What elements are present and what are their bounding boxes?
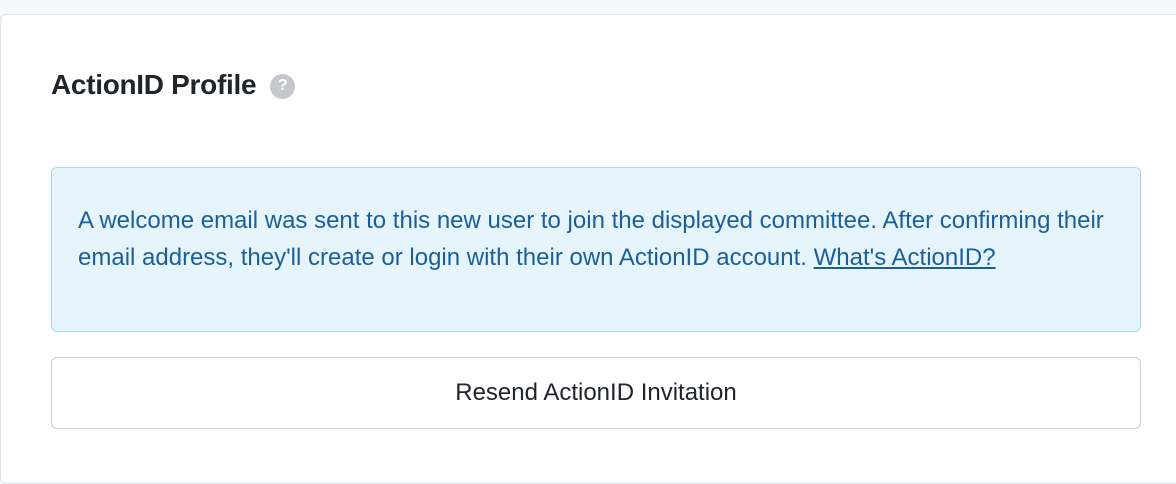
whats-actionid-link[interactable]: What's ActionID? [814, 244, 996, 271]
info-message-text: A welcome email was sent to this new use… [78, 202, 1114, 276]
page-title: ActionID Profile [51, 69, 257, 100]
resend-invitation-button[interactable]: Resend ActionID Invitation [51, 357, 1141, 429]
actionid-profile-card: ActionID Profile ? A welcome email was s… [0, 14, 1176, 484]
card-header: ActionID Profile ? [51, 69, 296, 101]
info-alert: A welcome email was sent to this new use… [51, 167, 1141, 332]
question-mark-icon[interactable]: ? [270, 73, 296, 99]
